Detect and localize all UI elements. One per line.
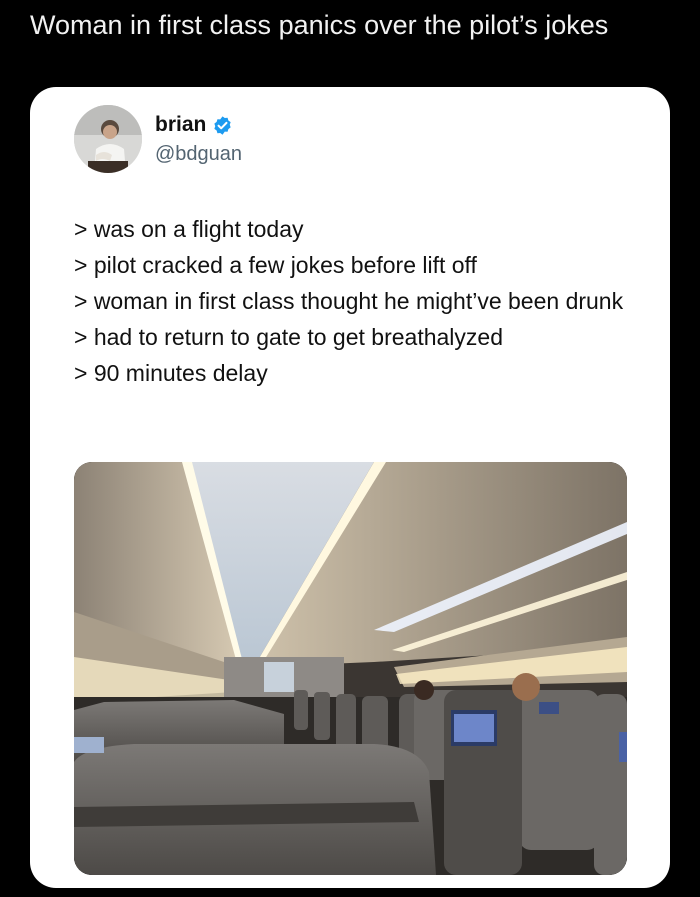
tweet-photo[interactable] [74,462,627,875]
avatar[interactable] [74,105,142,173]
tweet-line: > 90 minutes delay [74,360,268,386]
tweet-line: > woman in first class thought he might’… [74,288,624,314]
tweet-line: > had to return to gate to get breathaly… [74,324,503,350]
airplane-cabin-image [74,462,627,875]
tweet-line: > was on a flight today [74,216,304,242]
author-row[interactable]: brian [155,113,233,137]
headline: Woman in first class panics over the pil… [30,10,609,40]
verified-badge-icon [212,115,233,136]
tweet-card[interactable]: brian @bdguan > was on a flight today > … [30,87,670,888]
author-name[interactable]: brian [155,113,206,137]
author-handle[interactable]: @bdguan [155,143,242,166]
tweet-text: > was on a flight today > pilot cracked … [74,211,634,391]
tweet-line: > pilot cracked a few jokes before lift … [74,252,477,278]
